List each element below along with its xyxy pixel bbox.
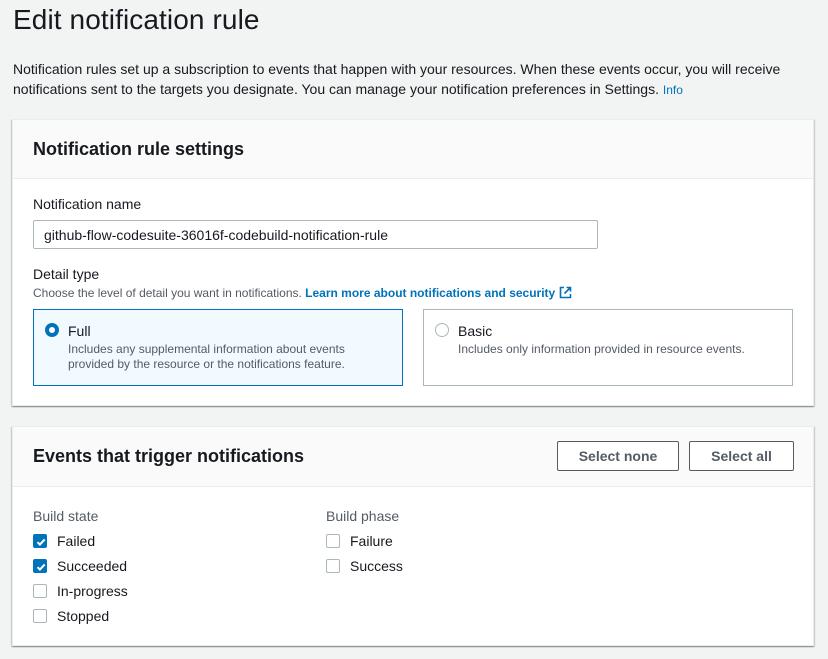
checkmark-icon (36, 538, 46, 547)
events-panel: Events that trigger notifications Select… (12, 426, 814, 646)
select-none-button[interactable]: Select none (557, 441, 679, 471)
checkbox-box[interactable] (33, 559, 47, 573)
build-phase-group-title: Build phase (326, 508, 400, 524)
checkbox-box[interactable] (33, 609, 47, 623)
checkbox-box[interactable] (326, 534, 340, 548)
page-description: Notification rules set up a subscription… (13, 59, 818, 100)
panel-header: Events that trigger notifications Select… (13, 427, 813, 487)
info-link[interactable]: Info (663, 83, 683, 97)
basic-radio-button[interactable] (435, 323, 449, 337)
detail-type-basic-tile[interactable]: Basic Includes only information provided… (423, 309, 793, 386)
external-link-icon (559, 286, 572, 302)
build-state-group-title: Build state (33, 508, 99, 524)
learn-more-link[interactable]: Learn more about notifications and secur… (305, 286, 572, 300)
checkbox-label: Failed (57, 533, 96, 549)
checkbox-box[interactable] (33, 584, 47, 598)
detail-type-label: Detail type (33, 266, 100, 282)
full-option-description: Includes any supplemental information ab… (68, 342, 345, 371)
checkbox-label: Stopped (57, 608, 110, 624)
checkbox-label: In-progress (57, 583, 128, 599)
notification-name-label: Notification name (33, 196, 142, 212)
checkbox-label: Success (350, 558, 403, 574)
detail-type-full-tile[interactable]: Full Includes any supplemental informati… (33, 309, 403, 386)
checkmark-icon (36, 563, 46, 572)
detail-type-description: Choose the level of detail you want in n… (33, 286, 572, 302)
checkbox-label: Succeeded (57, 558, 128, 574)
full-radio-button[interactable] (45, 323, 59, 337)
checkbox-box[interactable] (33, 534, 47, 548)
checkbox-box[interactable] (326, 559, 340, 573)
select-all-button[interactable]: Select all (689, 441, 794, 471)
page-title: Edit notification rule (13, 4, 260, 35)
full-option-title: Full (68, 323, 91, 339)
detail-type-description-text: Choose the level of detail you want in n… (33, 286, 302, 300)
checkbox-label: Failure (350, 533, 393, 549)
basic-option-description: Includes only information provided in re… (458, 342, 745, 356)
notification-name-input[interactable] (33, 220, 598, 249)
notification-settings-panel: Notification rule settings Notification … (12, 119, 814, 406)
events-panel-title: Events that trigger notifications (33, 446, 305, 466)
settings-panel-title: Notification rule settings (33, 139, 245, 159)
panel-header: Notification rule settings (13, 120, 813, 179)
basic-option-title: Basic (458, 323, 493, 339)
